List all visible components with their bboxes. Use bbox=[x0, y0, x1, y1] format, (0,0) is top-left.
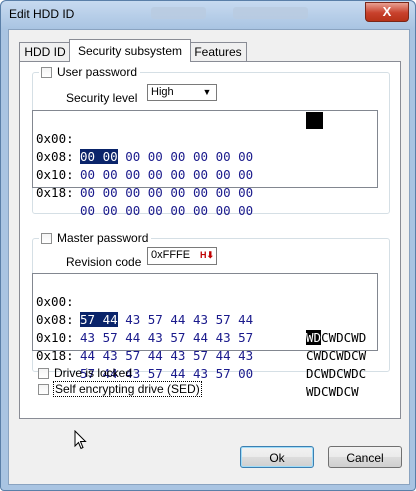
master-password-label: Master password bbox=[57, 231, 149, 245]
hex-address: 0x18: bbox=[36, 185, 74, 200]
ascii-cursor bbox=[306, 112, 323, 129]
sed-checkbox[interactable] bbox=[38, 383, 49, 395]
security-level-label: Security level bbox=[66, 91, 138, 105]
user-password-label: User password bbox=[57, 65, 138, 79]
security-subsystem-panel: User password Security level High ▼ 0x00… bbox=[19, 61, 401, 450]
hex-ascii: CWDCWDCW bbox=[306, 348, 367, 363]
hex-ascii: WDCWDCWD bbox=[306, 330, 367, 345]
hex-row: 0x18: 00 00 00 00 00 00 00 00 bbox=[36, 166, 253, 218]
sed-option[interactable]: Self encrypting drive (SED) bbox=[38, 381, 202, 397]
hex-row: 0x00: 57 44 43 57 44 43 57 44 WDCWDCWD bbox=[36, 275, 366, 345]
spin-updown-icon[interactable]: H⬇ bbox=[200, 250, 214, 261]
close-button[interactable]: X bbox=[365, 2, 409, 22]
edit-hdd-id-window: Edit HDD ID X HDD ID Security subsystem … bbox=[0, 0, 416, 491]
user-password-checkbox[interactable] bbox=[41, 66, 52, 78]
drive-locked-label: Drive is locked bbox=[54, 366, 133, 380]
master-password-checkbox[interactable] bbox=[41, 232, 52, 244]
ascii-selection: WD bbox=[306, 330, 322, 345]
ok-button[interactable]: Ok bbox=[240, 446, 314, 468]
hex-byte[interactable]: 00 bbox=[193, 149, 208, 164]
chevron-down-icon: ▼ bbox=[202, 87, 212, 97]
hex-address: 0x18: bbox=[36, 348, 74, 363]
tab-security-subsystem[interactable]: Security subsystem bbox=[69, 39, 191, 62]
tab-hdd-id[interactable]: HDD ID bbox=[19, 42, 71, 61]
user-password-group: User password Security level High ▼ 0x00… bbox=[32, 65, 390, 218]
master-password-hex-editor[interactable]: 0x00: 57 44 43 57 44 43 57 44 WDCWDCWD 0… bbox=[32, 273, 378, 399]
blurred-title-fragment bbox=[151, 7, 206, 19]
hex-byte[interactable]: 00 bbox=[238, 149, 253, 164]
drive-locked-checkbox[interactable] bbox=[38, 367, 49, 379]
user-password-hex-editor[interactable]: 0x00: 00 00 00 00 00 00 00 00 0x08: 00 0… bbox=[32, 110, 378, 218]
hex-row: 0x00: 00 00 00 00 00 00 00 00 bbox=[36, 112, 323, 164]
mouse-pointer-icon bbox=[74, 430, 87, 450]
user-password-legend: User password bbox=[39, 65, 141, 79]
cancel-button[interactable]: Cancel bbox=[328, 446, 402, 468]
close-icon: X bbox=[382, 4, 392, 19]
title-bar[interactable]: Edit HDD ID X bbox=[1, 1, 415, 29]
hex-bytes: 00 00 00 00 00 00 00 00 bbox=[80, 203, 254, 218]
revision-code-label: Revision code bbox=[66, 255, 142, 269]
hex-ascii: DCWDCWDC bbox=[306, 366, 367, 381]
sed-label: Self encrypting drive (SED) bbox=[53, 381, 202, 397]
master-password-group: Master password Revision code 0xFFFE H⬇ … bbox=[32, 231, 390, 399]
drive-locked-option[interactable]: Drive is locked bbox=[38, 366, 132, 380]
blurred-title-fragment bbox=[233, 7, 308, 19]
hex-byte[interactable]: 00 bbox=[148, 149, 163, 164]
hex-row: 0x10: 44 43 57 44 43 57 44 43 DCWDCWDC bbox=[36, 311, 366, 381]
hex-byte[interactable]: 00 bbox=[125, 149, 140, 164]
master-password-legend: Master password bbox=[39, 231, 152, 245]
dialog-client-area: HDD ID Security subsystem Features User … bbox=[8, 29, 410, 485]
revision-code-value: 0xFFFE bbox=[151, 249, 191, 261]
hex-row: 0x10: 00 00 00 00 00 00 00 00 bbox=[36, 148, 253, 200]
hex-row: 0x08: 43 57 44 43 57 44 43 57 CWDCWDCW bbox=[36, 293, 366, 363]
hex-row: 0x08: 00 00 00 00 00 00 00 00 bbox=[36, 130, 253, 182]
window-title: Edit HDD ID bbox=[9, 7, 75, 21]
hex-ascii: WDCWDCW bbox=[306, 384, 359, 399]
hex-byte[interactable]: 00 bbox=[216, 149, 231, 164]
hex-row: 0x18: 57 44 43 57 44 43 57 00 WDCWDCW bbox=[36, 329, 359, 399]
hex-byte[interactable]: 00 bbox=[170, 149, 185, 164]
security-level-value: High bbox=[151, 86, 174, 98]
revision-code-field[interactable]: 0xFFFE H⬇ bbox=[147, 247, 217, 265]
tab-features[interactable]: Features bbox=[189, 42, 247, 61]
security-level-select[interactable]: High ▼ bbox=[147, 84, 217, 101]
